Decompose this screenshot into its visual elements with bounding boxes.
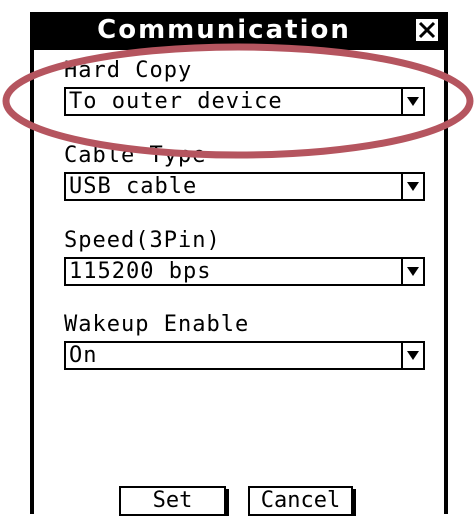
- close-button[interactable]: [414, 17, 440, 43]
- hard-copy-select[interactable]: To outer device: [64, 87, 425, 116]
- title-bar: Communication: [34, 12, 444, 50]
- chevron-down-icon: [407, 266, 419, 276]
- dialog-title: Communication: [97, 15, 351, 45]
- speed-dropdown-button[interactable]: [401, 259, 423, 284]
- cancel-button[interactable]: Cancel: [248, 486, 353, 516]
- hard-copy-dropdown-button[interactable]: [401, 89, 423, 114]
- cable-type-label: Cable Type: [64, 143, 207, 168]
- speed-select[interactable]: 115200 bps: [64, 257, 425, 286]
- wakeup-enable-select[interactable]: On: [64, 341, 425, 370]
- chevron-down-icon: [407, 350, 419, 360]
- wakeup-enable-value: On: [69, 343, 98, 368]
- communication-dialog: Communication Hard Copy To outer device …: [30, 12, 448, 516]
- wakeup-enable-dropdown-button[interactable]: [401, 343, 423, 368]
- hard-copy-value: To outer device: [69, 89, 283, 114]
- wakeup-enable-label: Wakeup Enable: [64, 312, 250, 337]
- cable-type-select[interactable]: USB cable: [64, 172, 425, 201]
- hard-copy-label: Hard Copy: [64, 58, 193, 83]
- speed-value: 115200 bps: [69, 259, 212, 284]
- cable-type-value: USB cable: [69, 174, 198, 199]
- close-icon: [418, 21, 436, 39]
- speed-label: Speed(3Pin): [64, 228, 221, 253]
- chevron-down-icon: [407, 96, 419, 106]
- cable-type-dropdown-button[interactable]: [401, 174, 423, 199]
- chevron-down-icon: [407, 181, 419, 191]
- set-button[interactable]: Set: [119, 486, 226, 516]
